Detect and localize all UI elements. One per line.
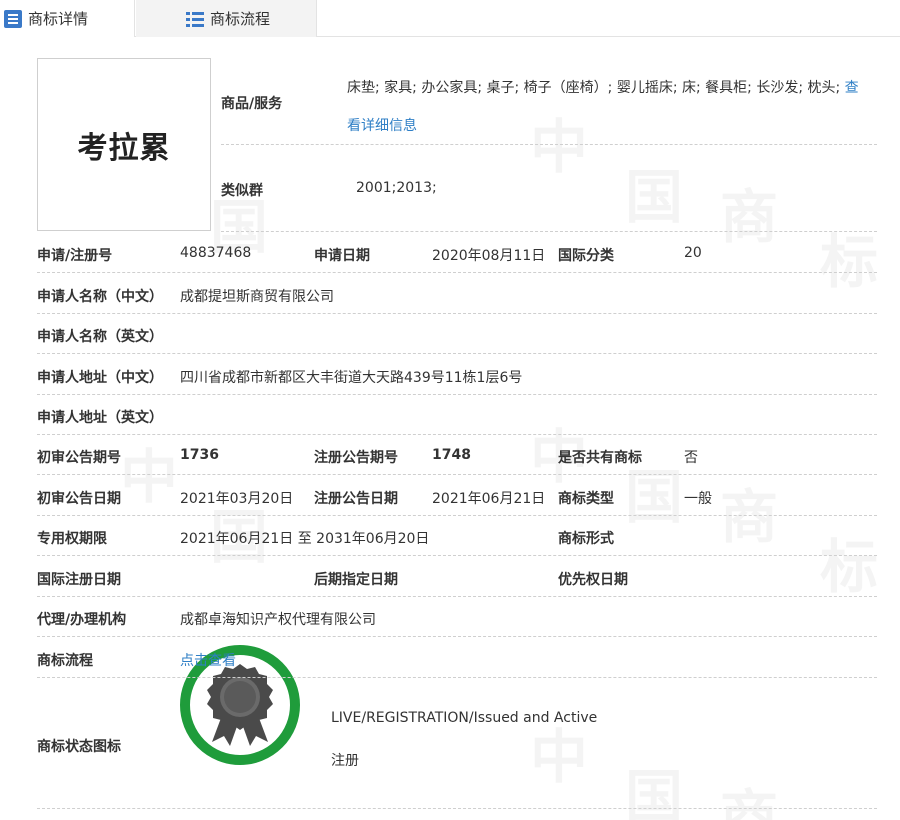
divider <box>221 231 877 232</box>
status-english: LIVE/REGISTRATION/Issued and Active <box>331 710 598 726</box>
view-process-link[interactable]: 点击查看 <box>180 650 236 670</box>
mark-type-label: 商标类型 <box>558 491 614 507</box>
reg-no-value: 48837468 <box>180 245 252 261</box>
app-date-label: 申请日期 <box>314 248 370 264</box>
later-designation-label: 后期指定日期 <box>314 572 398 588</box>
list-icon <box>186 10 204 28</box>
trademark-image: 考拉累 <box>37 58 211 231</box>
address-en-label: 申请人地址（英文） <box>37 410 163 426</box>
intl-class-value: 20 <box>684 245 702 261</box>
watermark-char: 商 <box>720 470 778 554</box>
exclusive-period-label: 专用权期限 <box>37 531 107 547</box>
divider <box>37 808 877 809</box>
shared-mark-label: 是否共有商标 <box>558 450 642 466</box>
divider <box>37 353 877 354</box>
tab-label: 商标详情 <box>28 10 89 28</box>
tab-label: 商标流程 <box>210 10 271 28</box>
reg-pub-no-label: 注册公告期号 <box>314 450 398 466</box>
similar-group-label: 类似群 <box>221 183 263 199</box>
applicant-en-label: 申请人名称（英文） <box>37 329 163 345</box>
status-icon-label: 商标状态图标 <box>37 739 121 755</box>
tab-trademark-process[interactable]: 商标流程 <box>136 0 317 37</box>
goods-services-value: 床垫; 家具; 办公家具; 桌子; 椅子（座椅）; 婴儿摇床; 床; 餐具柜; … <box>347 69 867 145</box>
award-medal-icon <box>207 664 273 746</box>
address-cn-value: 四川省成都市新都区大丰街道大天路439号11栋1层6号 <box>180 370 523 386</box>
divider <box>37 313 877 314</box>
intl-class-label: 国际分类 <box>558 248 614 264</box>
divider <box>37 474 877 475</box>
agent-label: 代理/办理机构 <box>37 612 127 628</box>
goods-services-text: 床垫; 家具; 办公家具; 桌子; 椅子（座椅）; 婴儿摇床; 床; 餐具柜; … <box>347 80 841 96</box>
address-cn-label: 申请人地址（中文） <box>37 370 163 386</box>
watermark-char: 国 <box>625 150 683 234</box>
applicant-cn-label: 申请人名称（中文） <box>37 289 163 305</box>
trademark-image-text: 考拉累 <box>77 130 171 166</box>
reg-pub-no-value: 1748 <box>432 447 471 463</box>
divider <box>37 272 877 273</box>
divider <box>37 434 877 435</box>
app-date-value: 2020年08月11日 <box>432 248 546 264</box>
status-chinese: 注册 <box>331 753 359 769</box>
watermark-char: 中 <box>120 430 178 514</box>
shared-mark-value: 否 <box>684 450 698 466</box>
prelim-pub-no-label: 初审公告期号 <box>37 450 121 466</box>
tab-bar: 商标详情 商标流程 <box>0 0 900 37</box>
watermark-char: 标 <box>820 215 878 299</box>
reg-no-label: 申请/注册号 <box>37 248 113 264</box>
goods-label: 商品/服务 <box>221 96 283 112</box>
prelim-pub-no-value: 1736 <box>180 447 219 463</box>
divider <box>37 677 877 678</box>
reg-pub-date-label: 注册公告日期 <box>314 491 398 507</box>
applicant-cn-value: 成都提坦斯商贸有限公司 <box>180 289 334 305</box>
process-label: 商标流程 <box>37 653 93 669</box>
agent-value: 成都卓海知识产权代理有限公司 <box>180 612 376 628</box>
divider <box>37 515 877 516</box>
intl-reg-date-label: 国际注册日期 <box>37 572 121 588</box>
exclusive-period-value: 2021年06月21日 至 2031年06月20日 <box>180 531 430 547</box>
watermark-char: 国 <box>625 750 683 820</box>
divider <box>37 555 877 556</box>
watermark-char: 标 <box>820 520 878 604</box>
divider <box>37 596 877 597</box>
similar-group-value: 2001;2013; <box>356 180 437 196</box>
watermark-char: 商 <box>720 170 778 254</box>
divider <box>37 636 877 637</box>
prelim-pub-date-label: 初审公告日期 <box>37 491 121 507</box>
prelim-pub-date-value: 2021年03月20日 <box>180 491 294 507</box>
watermark-char: 商 <box>720 770 778 820</box>
mark-type-value: 一般 <box>684 491 712 507</box>
divider <box>221 144 877 145</box>
document-icon <box>4 9 22 28</box>
priority-date-label: 优先权日期 <box>558 572 628 588</box>
reg-pub-date-value: 2021年06月21日 <box>432 491 546 507</box>
tab-trademark-details[interactable]: 商标详情 <box>0 0 135 37</box>
mark-form-label: 商标形式 <box>558 531 614 547</box>
divider <box>37 394 877 395</box>
